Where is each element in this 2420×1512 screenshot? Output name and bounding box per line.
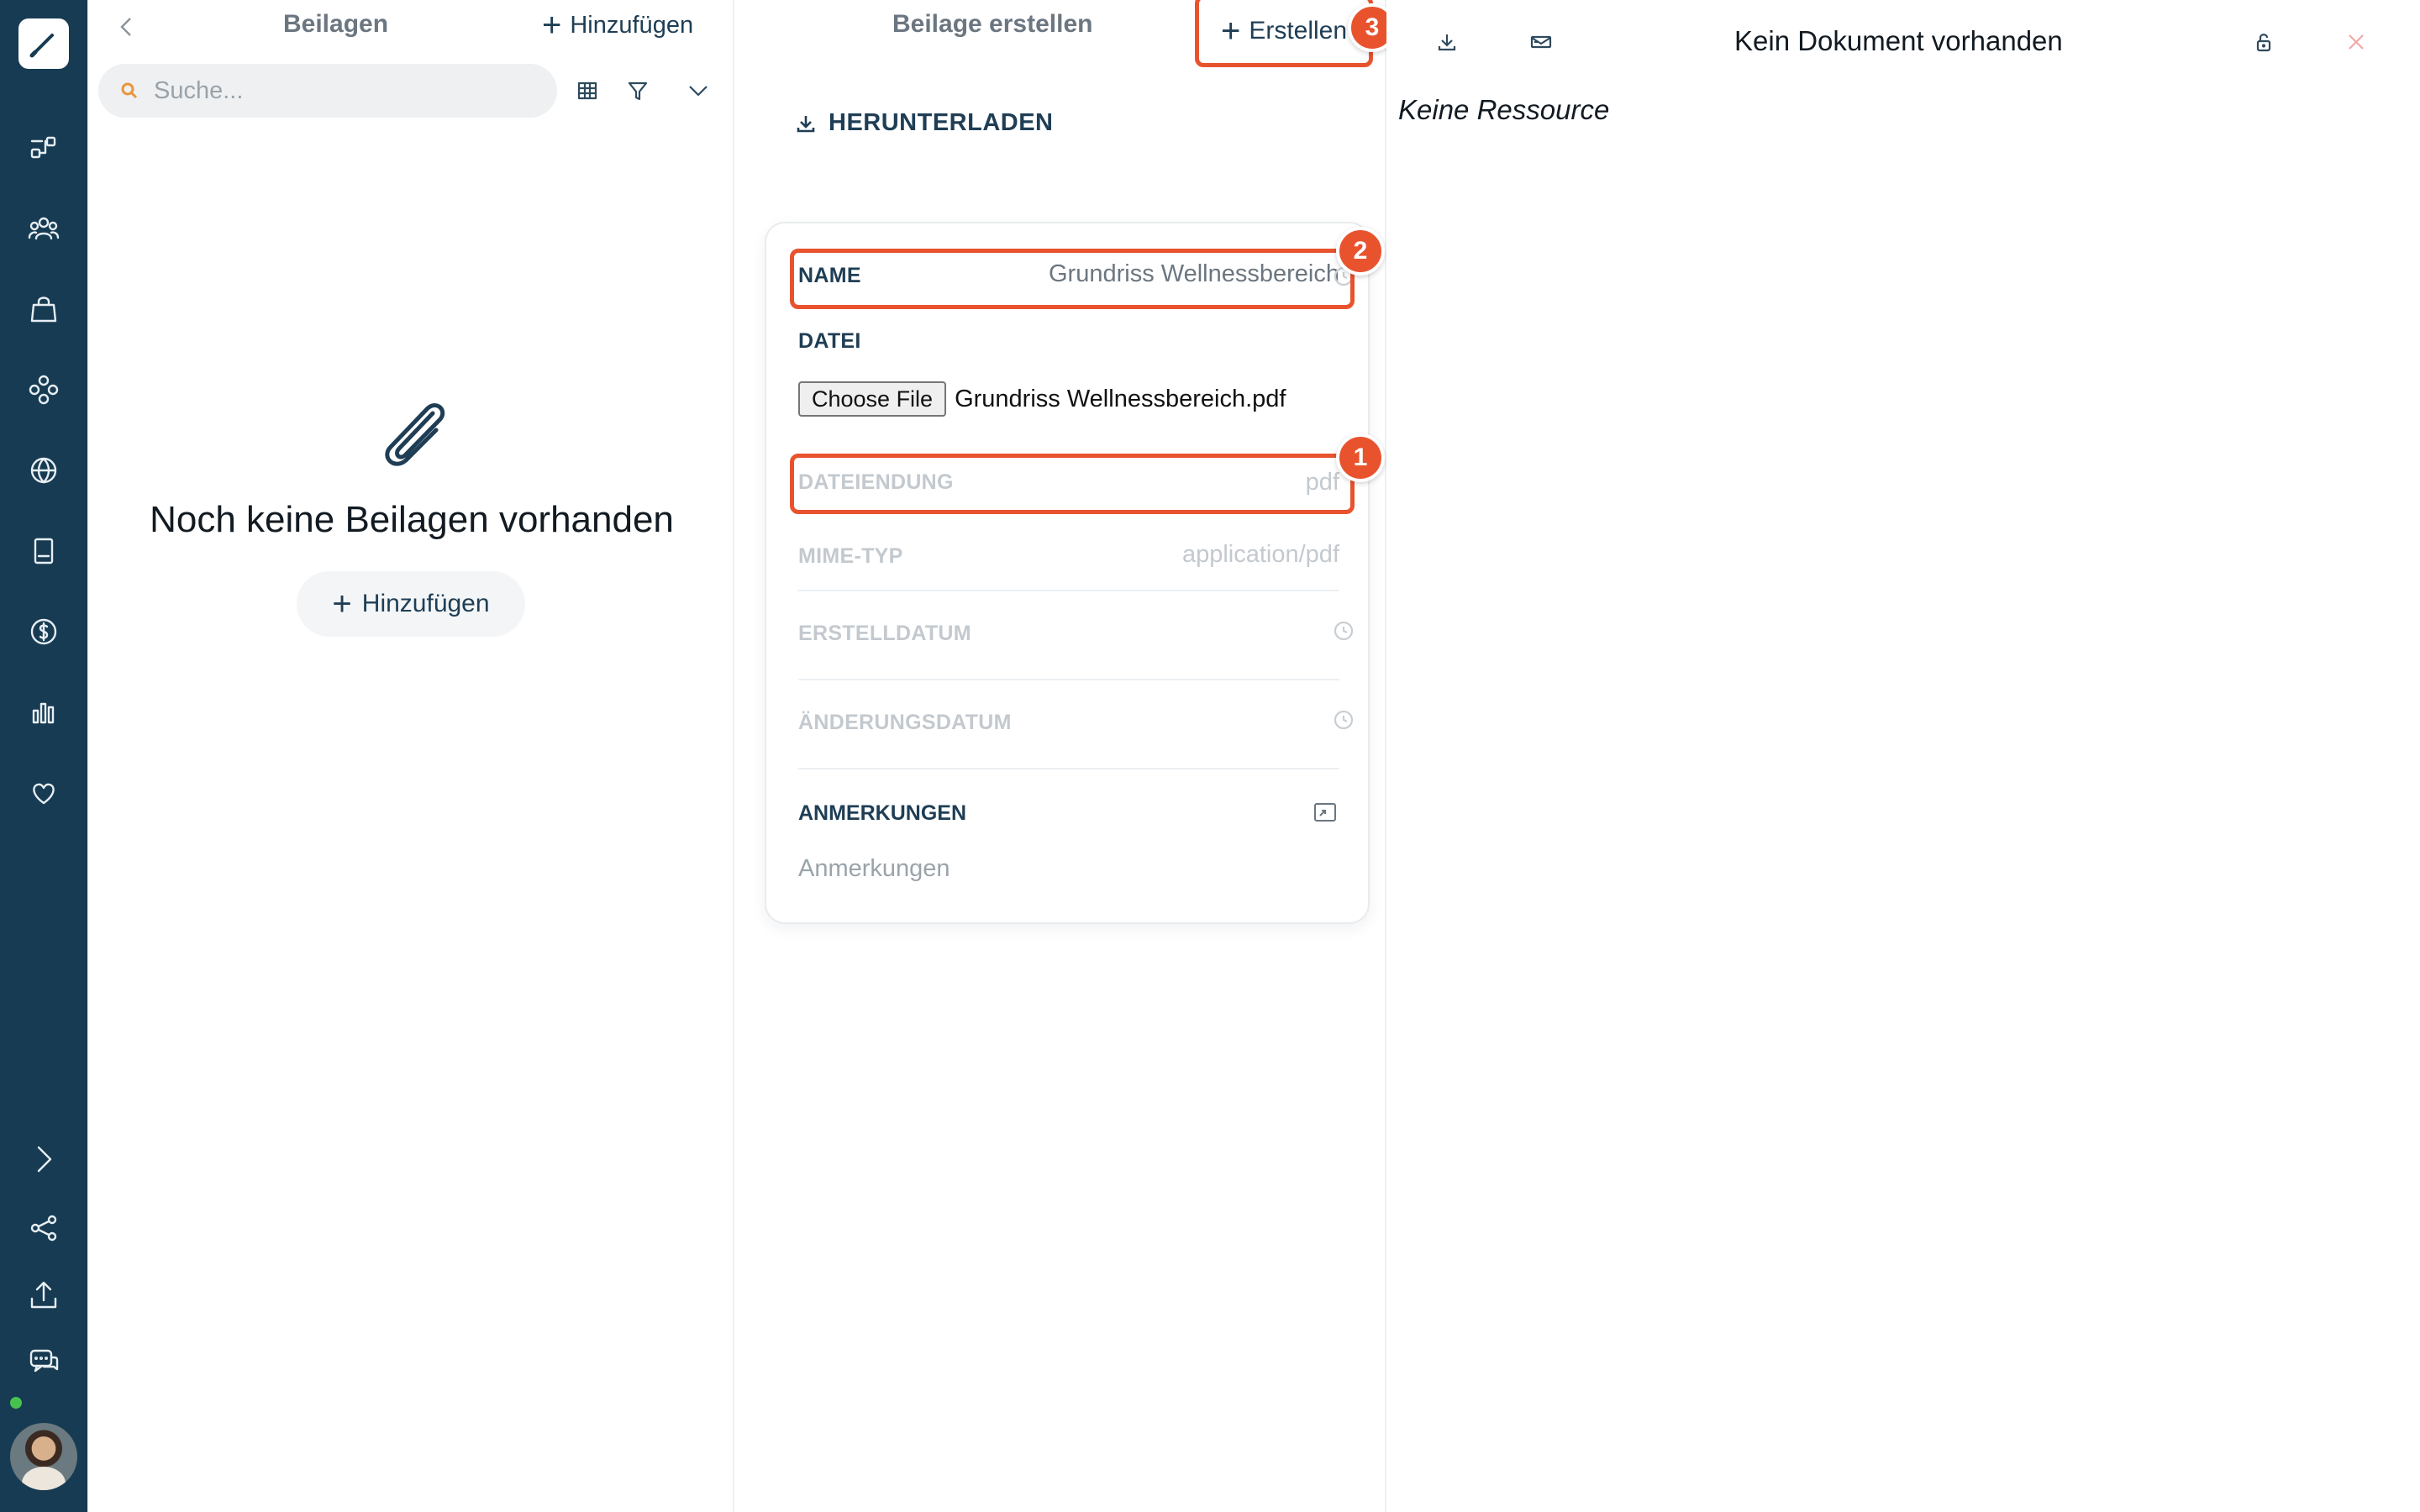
share-icon[interactable] [25,1210,62,1247]
step-badge-1: 1 [1336,433,1385,482]
chart-icon[interactable] [25,694,62,731]
filter-icon[interactable] [621,74,655,108]
file-field: DATEI [798,329,1339,354]
download-label: HERUNTERLADEN [829,109,1054,136]
step-badge-2: 2 [1336,227,1385,276]
paperclip-icon [367,388,460,480]
plus-icon: + [542,7,562,44]
choose-file-button[interactable]: Choose File [798,381,947,417]
chevron-down-icon[interactable] [681,74,715,108]
back-chevron-icon[interactable] [112,12,142,42]
pen-logo-icon[interactable] [18,18,69,69]
close-icon[interactable] [2339,25,2373,59]
mime-field: MIME-TYP application/pdf [798,541,1339,578]
modified-date-field: ÄNDERUNGSDATUM [798,711,1339,744]
created-date-field: ERSTELLDATUM [798,622,1339,655]
create-button-label: Erstellen [1249,17,1348,45]
dollar-icon[interactable] [25,613,62,650]
modules-icon[interactable] [25,371,62,408]
bag-icon[interactable] [25,291,62,328]
lock-icon[interactable] [2247,25,2281,59]
workflow-icon[interactable] [25,129,62,166]
download-icon [797,115,815,132]
mime-value: application/pdf [1181,541,1339,568]
download-button[interactable]: HERUNTERLADEN [795,109,1054,137]
globe-icon[interactable] [25,452,62,489]
nav-rail [0,0,87,1512]
file-picker: Choose File Grundriss Wellnessbereich.pd… [798,381,1286,417]
search-input[interactable] [154,76,507,105]
notes-input[interactable]: Anmerkungen [798,855,950,883]
plus-icon: + [332,585,352,622]
add-button-label: Hinzufügen [570,11,694,39]
notes-label: ANMERKUNGEN [798,801,966,825]
divider [798,768,1339,769]
empty-state-title: Noch keine Beilagen vorhanden [150,499,674,540]
table-view-icon[interactable] [571,74,604,108]
heart-icon[interactable] [25,774,62,811]
plus-icon: + [1220,12,1241,50]
create-button[interactable]: + Erstellen [1195,0,1373,67]
avatar[interactable] [10,1423,77,1490]
panel-title: Beilagen [283,10,389,38]
file-name: Grundriss Wellnessbereich.pdf [955,385,1286,412]
document-title: Kein Dokument vorhanden [1734,25,2063,56]
empty-add-label: Hinzufügen [361,590,490,617]
panel-title: Beilage erstellen [892,10,1093,38]
attachment-form-card: NAME Grundriss Wellnessbereich 2 DATEI C… [765,222,1385,924]
clock-icon [1333,709,1355,731]
empty-add-button[interactable]: + Hinzufügen [297,571,525,637]
add-button[interactable]: + Hinzufügen [542,8,693,42]
divider [798,679,1339,680]
created-date-label: ERSTELLDATUM [798,622,971,645]
modified-date-label: ÄNDERUNGSDATUM [798,711,1012,734]
expand-editor-icon[interactable] [1313,801,1338,823]
search-bar [98,64,557,118]
chat-icon[interactable] [25,1344,62,1381]
attachments-list-panel: Beilagen + Hinzufügen Noch keine Beilage… [87,0,734,1512]
search-icon [121,82,138,99]
extension-highlight [790,454,1355,514]
download-icon[interactable] [1430,25,1464,59]
document-preview-panel: Kein Dokument vorhanden Keine Ressource [1386,0,2420,1512]
book-icon[interactable] [25,533,62,570]
file-label: DATEI [798,329,861,353]
clock-icon [1333,620,1355,642]
upload-icon[interactable] [25,1277,62,1314]
create-attachment-panel: Beilage erstellen + Erstellen 3 HERUNTER… [734,0,1397,1512]
no-resource-text: Keine Ressource [1398,94,1610,125]
name-highlight [790,249,1355,309]
divider [798,590,1339,591]
people-icon[interactable] [25,210,62,247]
mime-label: MIME-TYP [798,544,903,568]
online-status-dot [8,1394,24,1411]
email-icon[interactable] [1524,25,1558,59]
expand-icon[interactable] [25,1141,62,1178]
